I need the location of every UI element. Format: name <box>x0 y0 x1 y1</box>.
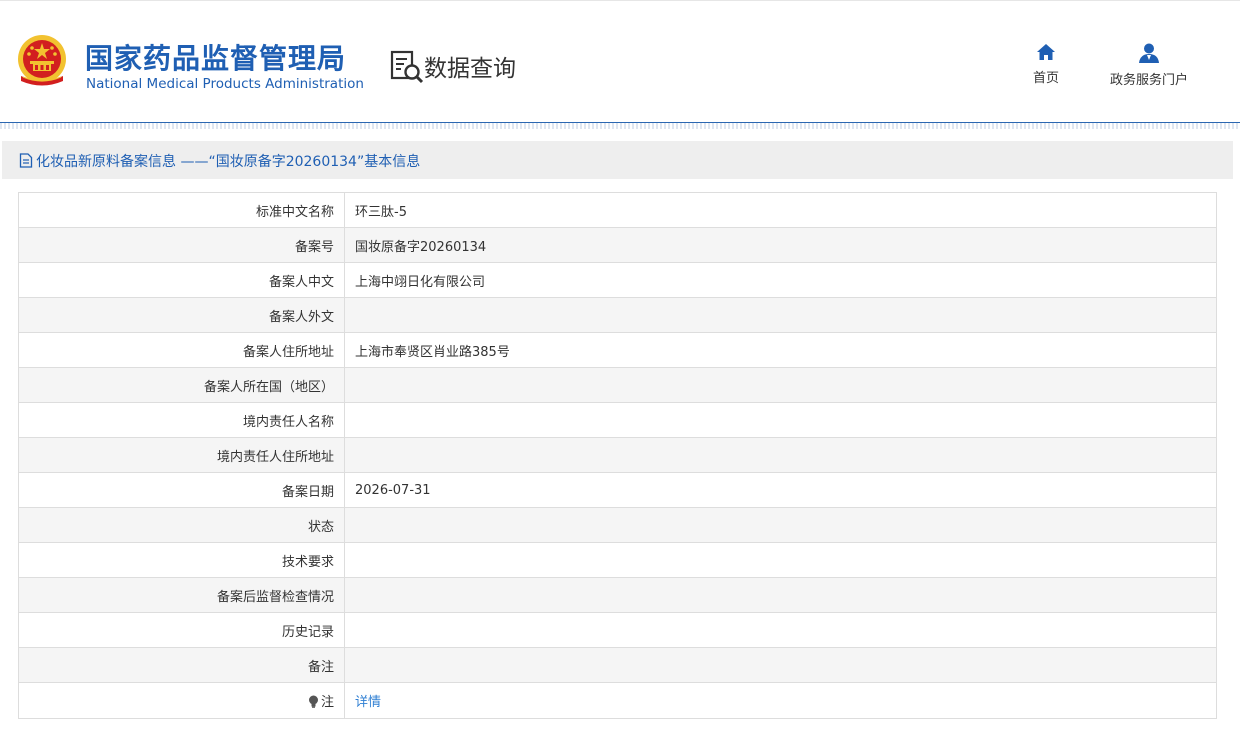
record-title: 化妆品新原料备案信息 ——“国妆原备字20260134”基本信息 <box>36 154 421 170</box>
data-query-icon <box>390 50 424 84</box>
table-row: 备案人外文 <box>18 297 1217 333</box>
table-row: 备案人住所地址 上海市奉贤区肖业路385号 <box>18 332 1217 368</box>
field-value <box>344 367 1217 403</box>
table-row: 境内责任人名称 <box>18 402 1217 438</box>
table-row: 技术要求 <box>18 542 1217 578</box>
national-emblem-icon <box>18 35 66 86</box>
note-label-cell: 注 <box>18 682 345 719</box>
field-label: 备案日期 <box>18 472 345 508</box>
nav-portal-link[interactable]: 政务服务门户 <box>1100 43 1198 88</box>
field-value <box>344 577 1217 613</box>
table-row: 境内责任人住所地址 <box>18 437 1217 473</box>
details-link[interactable]: 详情 <box>355 695 381 710</box>
field-label: 标准中文名称 <box>18 192 345 228</box>
field-value <box>344 297 1217 333</box>
note-value-cell: 详情 <box>344 682 1217 719</box>
table-row: 状态 <box>18 507 1217 543</box>
nav-portal-label: 政务服务门户 <box>1109 73 1188 88</box>
field-label: 备注 <box>18 647 345 683</box>
table-row: 备案人中文 上海中翊日化有限公司 <box>18 262 1217 298</box>
table-row: 备案日期 2026-07-31 <box>18 472 1217 508</box>
field-label: 状态 <box>18 507 345 543</box>
home-icon <box>1037 44 1055 60</box>
field-value: 2026-07-31 <box>344 472 1217 508</box>
field-value <box>344 402 1217 438</box>
field-value <box>344 507 1217 543</box>
document-icon <box>19 153 33 168</box>
user-icon <box>1139 43 1159 63</box>
note-row: 注 详情 <box>18 682 1217 719</box>
nav-home-link[interactable]: 首页 <box>1027 43 1065 86</box>
field-label: 境内责任人名称 <box>18 402 345 438</box>
field-label: 技术要求 <box>18 542 345 578</box>
table-row: 标准中文名称 环三肽-5 <box>18 192 1217 228</box>
site-header: 国家药品监督管理局 National Medical Products Admi… <box>0 0 1240 123</box>
field-value: 上海中翊日化有限公司 <box>344 262 1217 298</box>
table-row: 历史记录 <box>18 612 1217 648</box>
field-label: 备案号 <box>18 227 345 263</box>
field-value <box>344 437 1217 473</box>
field-label: 备案人中文 <box>18 262 345 298</box>
agency-name-en: National Medical Products Administration <box>86 76 364 92</box>
field-value <box>344 647 1217 683</box>
record-detail-table: 标准中文名称 环三肽-5 备案号 国妆原备字20260134 备案人中文 上海中翊日化… <box>18 192 1217 719</box>
agency-name-cn: 国家药品监督管理局 <box>85 42 347 75</box>
field-value: 环三肽-5 <box>344 192 1217 228</box>
record-title-bar: 化妆品新原料备案信息 ——“国妆原备字20260134”基本信息 <box>2 141 1233 179</box>
table-row: 备注 <box>18 647 1217 683</box>
field-value <box>344 612 1217 648</box>
field-value: 上海市奉贤区肖业路385号 <box>344 332 1217 368</box>
table-row: 备案人所在国（地区） <box>18 367 1217 403</box>
header-divider <box>0 122 1240 129</box>
field-label: 境内责任人住所地址 <box>18 437 345 473</box>
field-label: 历史记录 <box>18 612 345 648</box>
field-label: 备案人外文 <box>18 297 345 333</box>
nav-home-label: 首页 <box>1032 71 1059 86</box>
lightbulb-icon <box>308 695 318 708</box>
note-label: 注 <box>320 695 334 710</box>
field-label: 备案人住所地址 <box>18 332 345 368</box>
table-row: 备案后监督检查情况 <box>18 577 1217 613</box>
field-label: 备案人所在国（地区） <box>18 367 345 403</box>
field-value <box>344 542 1217 578</box>
field-value: 国妆原备字20260134 <box>344 227 1217 263</box>
table-row: 备案号 国妆原备字20260134 <box>18 227 1217 263</box>
field-label: 备案后监督检查情况 <box>18 577 345 613</box>
section-title: 数据查询 <box>424 56 516 82</box>
